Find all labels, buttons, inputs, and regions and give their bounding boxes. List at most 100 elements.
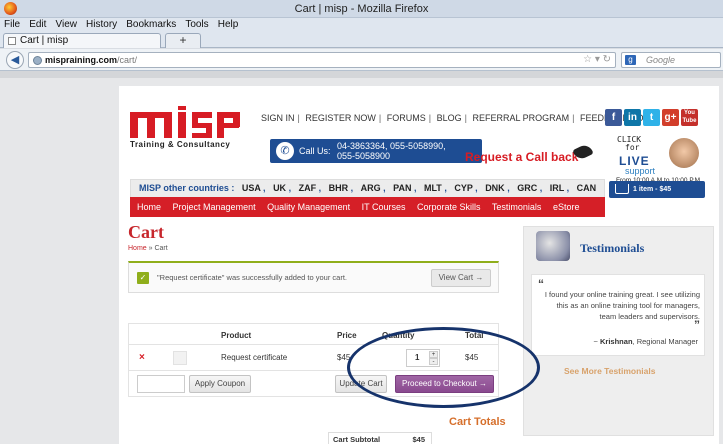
call-us-banner: ✆ Call Us: 04-3863364, 055-5058990, 055-…	[270, 139, 482, 163]
blog-link[interactable]: BLOG	[437, 113, 462, 123]
nav-quality-management[interactable]: Quality Management	[267, 202, 350, 212]
nav-testimonials[interactable]: Testimonials	[492, 202, 542, 212]
quote-author: ~ Krishnan, Regional Manager	[593, 337, 698, 346]
menu-file[interactable]: File	[4, 18, 20, 32]
page-favicon-icon	[8, 37, 16, 45]
url-path: /cart/	[117, 55, 138, 65]
country-usa[interactable]: USA	[242, 183, 261, 193]
cart-summary-text: 1 item - $45	[633, 186, 672, 193]
url-text: mispraining.com/cart/	[45, 55, 137, 65]
google-plus-icon[interactable]: g+	[662, 109, 679, 126]
new-tab-button[interactable]: +	[165, 33, 201, 48]
linkedin-icon[interactable]: in	[624, 109, 641, 126]
twitter-icon[interactable]: t	[643, 109, 660, 126]
menu-bookmarks[interactable]: Bookmarks	[126, 18, 176, 32]
support-agent-avatar	[669, 138, 699, 168]
header-product: Product	[221, 331, 252, 340]
notice-message: "Request certificate" was successfully a…	[157, 273, 347, 282]
view-cart-button[interactable]: View Cart →	[431, 269, 491, 287]
page-top-band	[0, 71, 723, 78]
product-thumbnail[interactable]	[173, 351, 187, 365]
site-identity-icon[interactable]	[33, 56, 42, 65]
logo-stroke	[217, 123, 239, 128]
cart-totals-heading: Cart Totals	[449, 416, 506, 428]
country-mlt[interactable]: MLT	[424, 183, 442, 193]
nav-it-courses[interactable]: IT Courses	[362, 202, 406, 212]
annotation-oval	[347, 327, 540, 408]
menu-edit[interactable]: Edit	[29, 18, 46, 32]
back-arrow-icon[interactable]: ◀	[6, 51, 24, 69]
nav-estore[interactable]: eStore	[553, 202, 580, 212]
testimonials-title: Testimonials	[580, 241, 645, 255]
close-quote-icon: ”	[694, 318, 700, 332]
window-title: Cart | misp - Mozilla Firefox	[294, 3, 429, 15]
country-arg[interactable]: ARG	[361, 183, 381, 193]
url-host: mispraining.com	[45, 55, 118, 65]
product-name-link[interactable]: Request certificate	[221, 353, 287, 362]
shopping-cart-icon	[615, 184, 629, 194]
nav-project-management[interactable]: Project Management	[173, 202, 256, 212]
apply-coupon-button[interactable]: Apply Coupon	[189, 375, 251, 393]
logo-stroke	[178, 106, 186, 110]
logo-stroke	[147, 112, 155, 138]
misp-logo[interactable]: Training & Consultancy	[130, 106, 240, 154]
tab-bar: Cart | misp +	[0, 32, 723, 48]
see-more-testimonials-link[interactable]: See More Testimonials	[564, 366, 655, 376]
window-titlebar: Cart | misp - Mozilla Firefox	[0, 0, 723, 18]
top-links: SIGN IN | REGISTER NOW | FORUMS | BLOG | REF…	[261, 113, 658, 123]
country-zaf[interactable]: ZAF	[299, 183, 317, 193]
menu-view[interactable]: View	[55, 18, 77, 32]
country-grc[interactable]: GRC	[517, 183, 537, 193]
tab-cart[interactable]: Cart | misp	[3, 33, 161, 48]
country-bhr[interactable]: BHR	[329, 183, 349, 193]
search-box[interactable]: g Google	[621, 52, 721, 68]
testimonial-quote: “ I found your online training great. I …	[531, 274, 705, 356]
author-role: , Regional Manager	[632, 337, 698, 346]
menu-tools[interactable]: Tools	[185, 18, 208, 32]
logo-stroke	[192, 133, 212, 138]
subtotal-value: $45	[412, 435, 425, 444]
country-irl[interactable]: IRL	[550, 183, 564, 193]
nav-home[interactable]: Home	[137, 202, 161, 212]
support-text: support	[625, 166, 656, 176]
address-bar[interactable]: mispraining.com/cart/ ☆ ▾ ↻	[28, 52, 616, 68]
cart-summary-button[interactable]: 1 item - $45	[609, 181, 705, 198]
breadcrumb-home[interactable]: Home	[128, 245, 147, 252]
misp-logo-mark	[130, 106, 240, 138]
register-link[interactable]: REGISTER NOW	[305, 113, 376, 123]
call-us-label: Call Us:	[299, 146, 331, 156]
sign-in-link[interactable]: SIGN IN	[261, 113, 295, 123]
request-callback-link[interactable]: Request a Call back	[465, 150, 578, 164]
bookmark-star-icon[interactable]: ☆ ▾ ↻	[583, 54, 611, 65]
menu-history[interactable]: History	[86, 18, 117, 32]
page-viewport: Training & Consultancy SIGN IN | REGISTER…	[0, 71, 723, 444]
facebook-icon[interactable]: f	[605, 109, 622, 126]
remove-item-icon[interactable]: ×	[139, 352, 145, 363]
phone-numbers: 04-3863364, 055-5058990, 055-5058900	[337, 141, 446, 161]
country-uk[interactable]: UK	[273, 183, 286, 193]
country-dnk[interactable]: DNK	[485, 183, 505, 193]
country-cyp[interactable]: CYP	[454, 183, 472, 193]
quote-text: I found your online training great. I se…	[544, 290, 700, 321]
breadcrumb: Home » Cart	[128, 245, 168, 252]
nav-corporate-skills[interactable]: Corporate Skills	[417, 202, 481, 212]
phone-line-2: 055-5058900	[337, 151, 391, 161]
country-pan[interactable]: PAN	[393, 183, 411, 193]
separator: |	[572, 113, 575, 123]
menu-help[interactable]: Help	[218, 18, 239, 32]
country-can[interactable]: CAN	[577, 183, 597, 193]
other-countries-bar: MISP other countries : USA , UK , ZAF , …	[130, 179, 605, 198]
separator: |	[464, 113, 467, 123]
tab-label: Cart | misp	[20, 35, 69, 46]
live-click-text: CLICK for	[617, 136, 641, 152]
separator: |	[297, 113, 300, 123]
referral-link[interactable]: REFERRAL PROGRAM	[472, 113, 569, 123]
breadcrumb-current: Cart	[154, 245, 168, 252]
youtube-icon[interactable]: You Tube	[681, 109, 698, 126]
menu-bar: File Edit View History Bookmarks Tools H…	[0, 18, 723, 32]
separator: |	[378, 113, 382, 123]
forums-link[interactable]: FORUMS	[387, 113, 426, 123]
check-icon: ✓	[137, 272, 149, 284]
coupon-code-input[interactable]	[137, 375, 185, 393]
search-engine-icon[interactable]: g	[625, 55, 636, 65]
